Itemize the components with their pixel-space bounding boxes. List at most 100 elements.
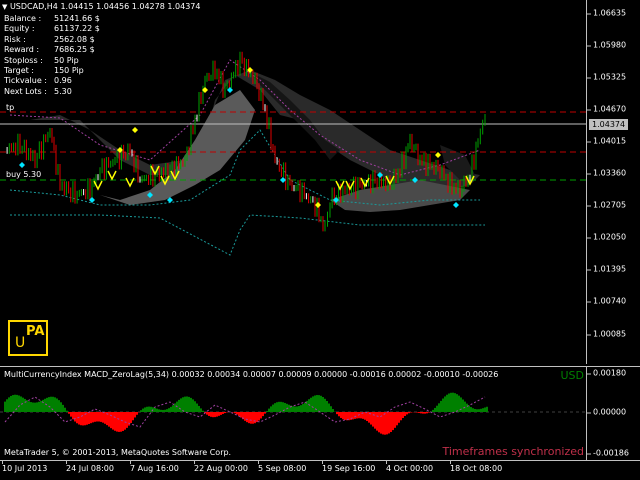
macd-bar [236, 412, 238, 415]
info-value: 7686.25 $ [54, 45, 95, 55]
macd-bar [332, 409, 334, 412]
macd-bar [68, 412, 70, 414]
macd-bar [4, 401, 6, 412]
macd-bar [248, 412, 250, 424]
indicator-subwindow[interactable]: MultiCurrencyIndex MACD_ZeroLag(5,34) 0.… [0, 366, 586, 460]
macd-bar [330, 406, 332, 412]
signal-arrow-icon [93, 180, 103, 191]
macd-bar [164, 409, 166, 412]
macd-bar [182, 397, 184, 412]
collapse-triangle-icon[interactable]: ▼ [2, 3, 7, 11]
macd-bar [190, 397, 192, 412]
macd-bar [470, 407, 472, 412]
macd-bar [394, 412, 396, 428]
symbol-high: 1.04456 [96, 2, 130, 11]
macd-bar [432, 409, 434, 412]
info-row: Risk : 2562.08 $ [4, 35, 114, 45]
macd-bar [342, 412, 344, 420]
macd-bar [64, 407, 66, 412]
info-row: Reward : 7686.25 $ [4, 45, 114, 55]
indicator-axis[interactable]: 0.00180 0.00000 -0.00186 [586, 366, 640, 460]
macd-bar [474, 408, 476, 412]
macd-bar [486, 406, 488, 412]
macd-bar [178, 399, 180, 412]
macd-bar [130, 412, 132, 424]
macd-bar [174, 403, 176, 412]
macd-bar [108, 412, 110, 427]
macd-bar [444, 396, 446, 412]
info-row: Next Lots : 5.30 [4, 87, 114, 97]
macd-bar [206, 412, 208, 415]
macd-bar [328, 403, 330, 412]
time-axis[interactable]: 10 Jul 2013 24 Jul 08:00 7 Aug 16:00 22 … [0, 460, 640, 480]
macd-bar [340, 412, 342, 418]
time-tick: 22 Aug 00:00 [194, 461, 248, 473]
macd-bar [40, 400, 42, 412]
macd-bar [96, 412, 98, 422]
macd-bar [184, 396, 186, 412]
macd-bar [428, 412, 430, 413]
macd-bar [468, 405, 470, 412]
macd-bar [262, 412, 264, 417]
macd-bar [32, 402, 34, 412]
macd-bar [136, 412, 138, 415]
signal-diamond-icon [19, 162, 25, 168]
macd-bar [272, 404, 274, 412]
price-tick: 1.02705 [586, 200, 627, 210]
symbol-open: 1.04415 [60, 2, 94, 11]
macd-bar [12, 395, 14, 412]
macd-bar [420, 412, 422, 414]
buy-order-label[interactable]: buy 5.30 [6, 170, 41, 179]
macd-bar [192, 399, 194, 412]
macd-bar [22, 397, 24, 412]
price-tick: 1.04670 [586, 104, 627, 114]
macd-bar [326, 400, 328, 412]
macd-bar [478, 409, 480, 412]
macd-bar [126, 412, 128, 428]
info-value: 51241.66 $ [54, 14, 100, 23]
macd-bar [464, 401, 466, 412]
account-info-panel: Balance : 51241.66 $ Equity : 61137.22 $ R… [4, 14, 114, 97]
macd-bar [484, 407, 486, 412]
macd-bar [338, 412, 340, 417]
info-row: Stoploss : 50 Pip [4, 56, 114, 66]
macd-bar [384, 412, 386, 435]
macd-bar [98, 412, 100, 422]
macd-bar [480, 408, 482, 412]
info-label: Tickvalue : [4, 76, 47, 86]
tp-label: tp [6, 103, 15, 112]
price-tick: 1.06635 [586, 8, 627, 18]
macd-bar [224, 412, 226, 414]
macd-bar [442, 398, 444, 412]
macd-bar [440, 400, 442, 412]
macd-bar [118, 412, 120, 432]
macd-bar [284, 402, 286, 412]
macd-bar [144, 407, 146, 412]
main-chart-area[interactable]: ▼ USDCAD,H4 1.04415 1.04456 1.04278 1.04… [0, 0, 586, 364]
indicator-tick: 0.00000 [586, 407, 627, 417]
macd-bar [450, 392, 452, 412]
info-label: Equity : [4, 24, 35, 34]
macd-bar [404, 412, 406, 416]
macd-bar [294, 406, 296, 412]
macd-bar [238, 412, 240, 416]
macd-bar [304, 402, 306, 412]
info-row: Target : 150 Pip [4, 66, 114, 76]
macd-bar [274, 403, 276, 412]
info-row: Balance : 51241.66 $ [4, 14, 114, 24]
macd-bar [102, 412, 104, 423]
info-value: 150 Pip [54, 66, 84, 76]
info-row: Equity : 61137.22 $ [4, 24, 114, 34]
price-axis[interactable]: 1.06635 1.05980 1.05325 1.04670 1.04015 … [586, 0, 640, 364]
macd-bar [292, 406, 294, 412]
macd-bar [482, 408, 484, 412]
info-label: Risk : [4, 34, 26, 44]
symbol-low: 1.04278 [131, 2, 165, 11]
time-tick: 4 Oct 00:00 [386, 461, 434, 473]
macd-bar [186, 396, 188, 412]
macd-bar [62, 404, 64, 412]
macd-bar [112, 412, 114, 430]
time-tick: 19 Sep 16:00 [322, 461, 376, 473]
macd-bar [298, 405, 300, 412]
macd-bar [94, 412, 96, 422]
